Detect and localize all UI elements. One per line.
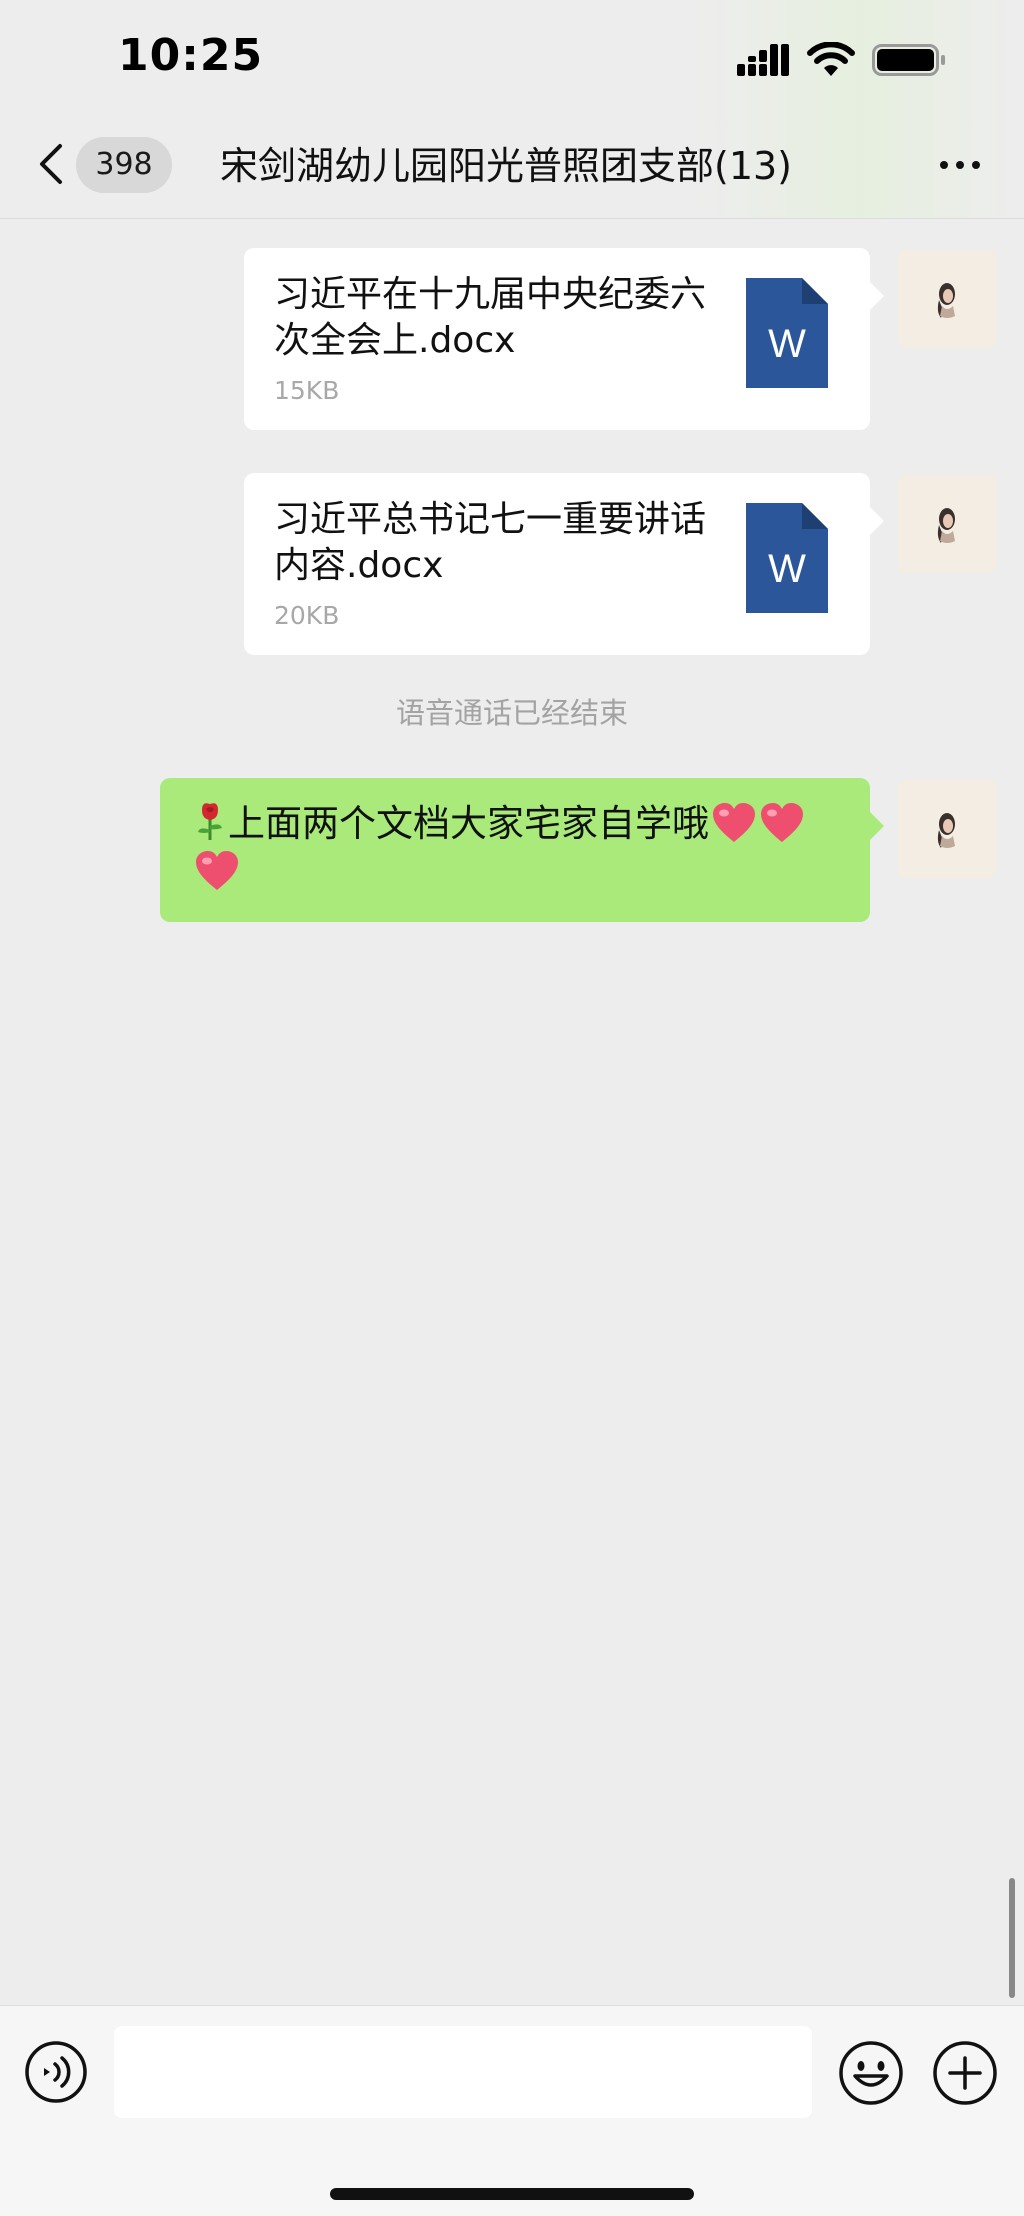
bubble-tail (870, 282, 884, 310)
heart-emoji-icon (713, 803, 755, 842)
avatar-portrait-icon (898, 780, 996, 878)
file-message[interactable]: 习近平在十九届中央纪委六次全会上.docx 15KB W (244, 248, 884, 430)
more-options-icon[interactable] (936, 150, 984, 180)
file-size: 20KB (274, 601, 340, 630)
avatar[interactable] (898, 250, 996, 348)
message-input[interactable] (114, 2026, 812, 2118)
avatar[interactable] (898, 475, 996, 573)
file-name: 习近平在十九届中央纪委六次全会上.docx (274, 274, 707, 361)
cellular-signal-icon (737, 44, 789, 76)
chat-title: 宋剑湖幼儿园阳光普照团支部(13) (220, 144, 793, 188)
file-name: 习近平总书记七一重要讲话内容.docx (274, 499, 707, 586)
word-icon-letter: W (768, 547, 806, 591)
wifi-icon (807, 42, 855, 76)
system-message: 语音通话已经结束 (395, 696, 628, 730)
word-icon-letter: W (768, 322, 806, 366)
avatar-portrait-icon (898, 250, 996, 348)
voice-input-icon[interactable] (24, 2040, 88, 2104)
heart-emoji-icon (761, 803, 803, 842)
scrollbar-thumb[interactable] (1009, 1878, 1015, 1998)
home-indicator[interactable] (330, 2188, 694, 2200)
status-time: 10:25 (118, 30, 264, 81)
word-file-icon: W (746, 278, 828, 388)
file-message[interactable]: 习近平总书记七一重要讲话内容.docx 20KB W (244, 473, 884, 655)
avatar[interactable] (898, 780, 996, 878)
bubble-tail (870, 812, 884, 840)
unread-count-badge[interactable]: 398 (76, 137, 172, 193)
message-text-container: 上面两个文档大家宅家自学哦 (192, 800, 848, 896)
file-size: 15KB (274, 376, 340, 405)
emoji-picker-icon[interactable] (838, 2040, 904, 2106)
battery-icon (872, 44, 945, 76)
avatar-portrait-icon (898, 475, 996, 573)
text-message[interactable]: 上面两个文档大家宅家自学哦 (160, 778, 884, 922)
rose-emoji-icon (198, 803, 222, 840)
back-chevron-icon[interactable] (34, 140, 68, 188)
input-bar (0, 2005, 1024, 2216)
top-bar: 10:25 398 宋剑湖幼儿园阳光普照团支部(13) (0, 0, 1024, 219)
word-file-icon: W (746, 503, 828, 613)
message-text: 上面两个文档大家宅家自学哦 (228, 802, 709, 845)
heart-emoji-icon (196, 851, 238, 890)
more-functions-plus-icon[interactable] (932, 2040, 998, 2106)
bubble-tail (870, 507, 884, 535)
